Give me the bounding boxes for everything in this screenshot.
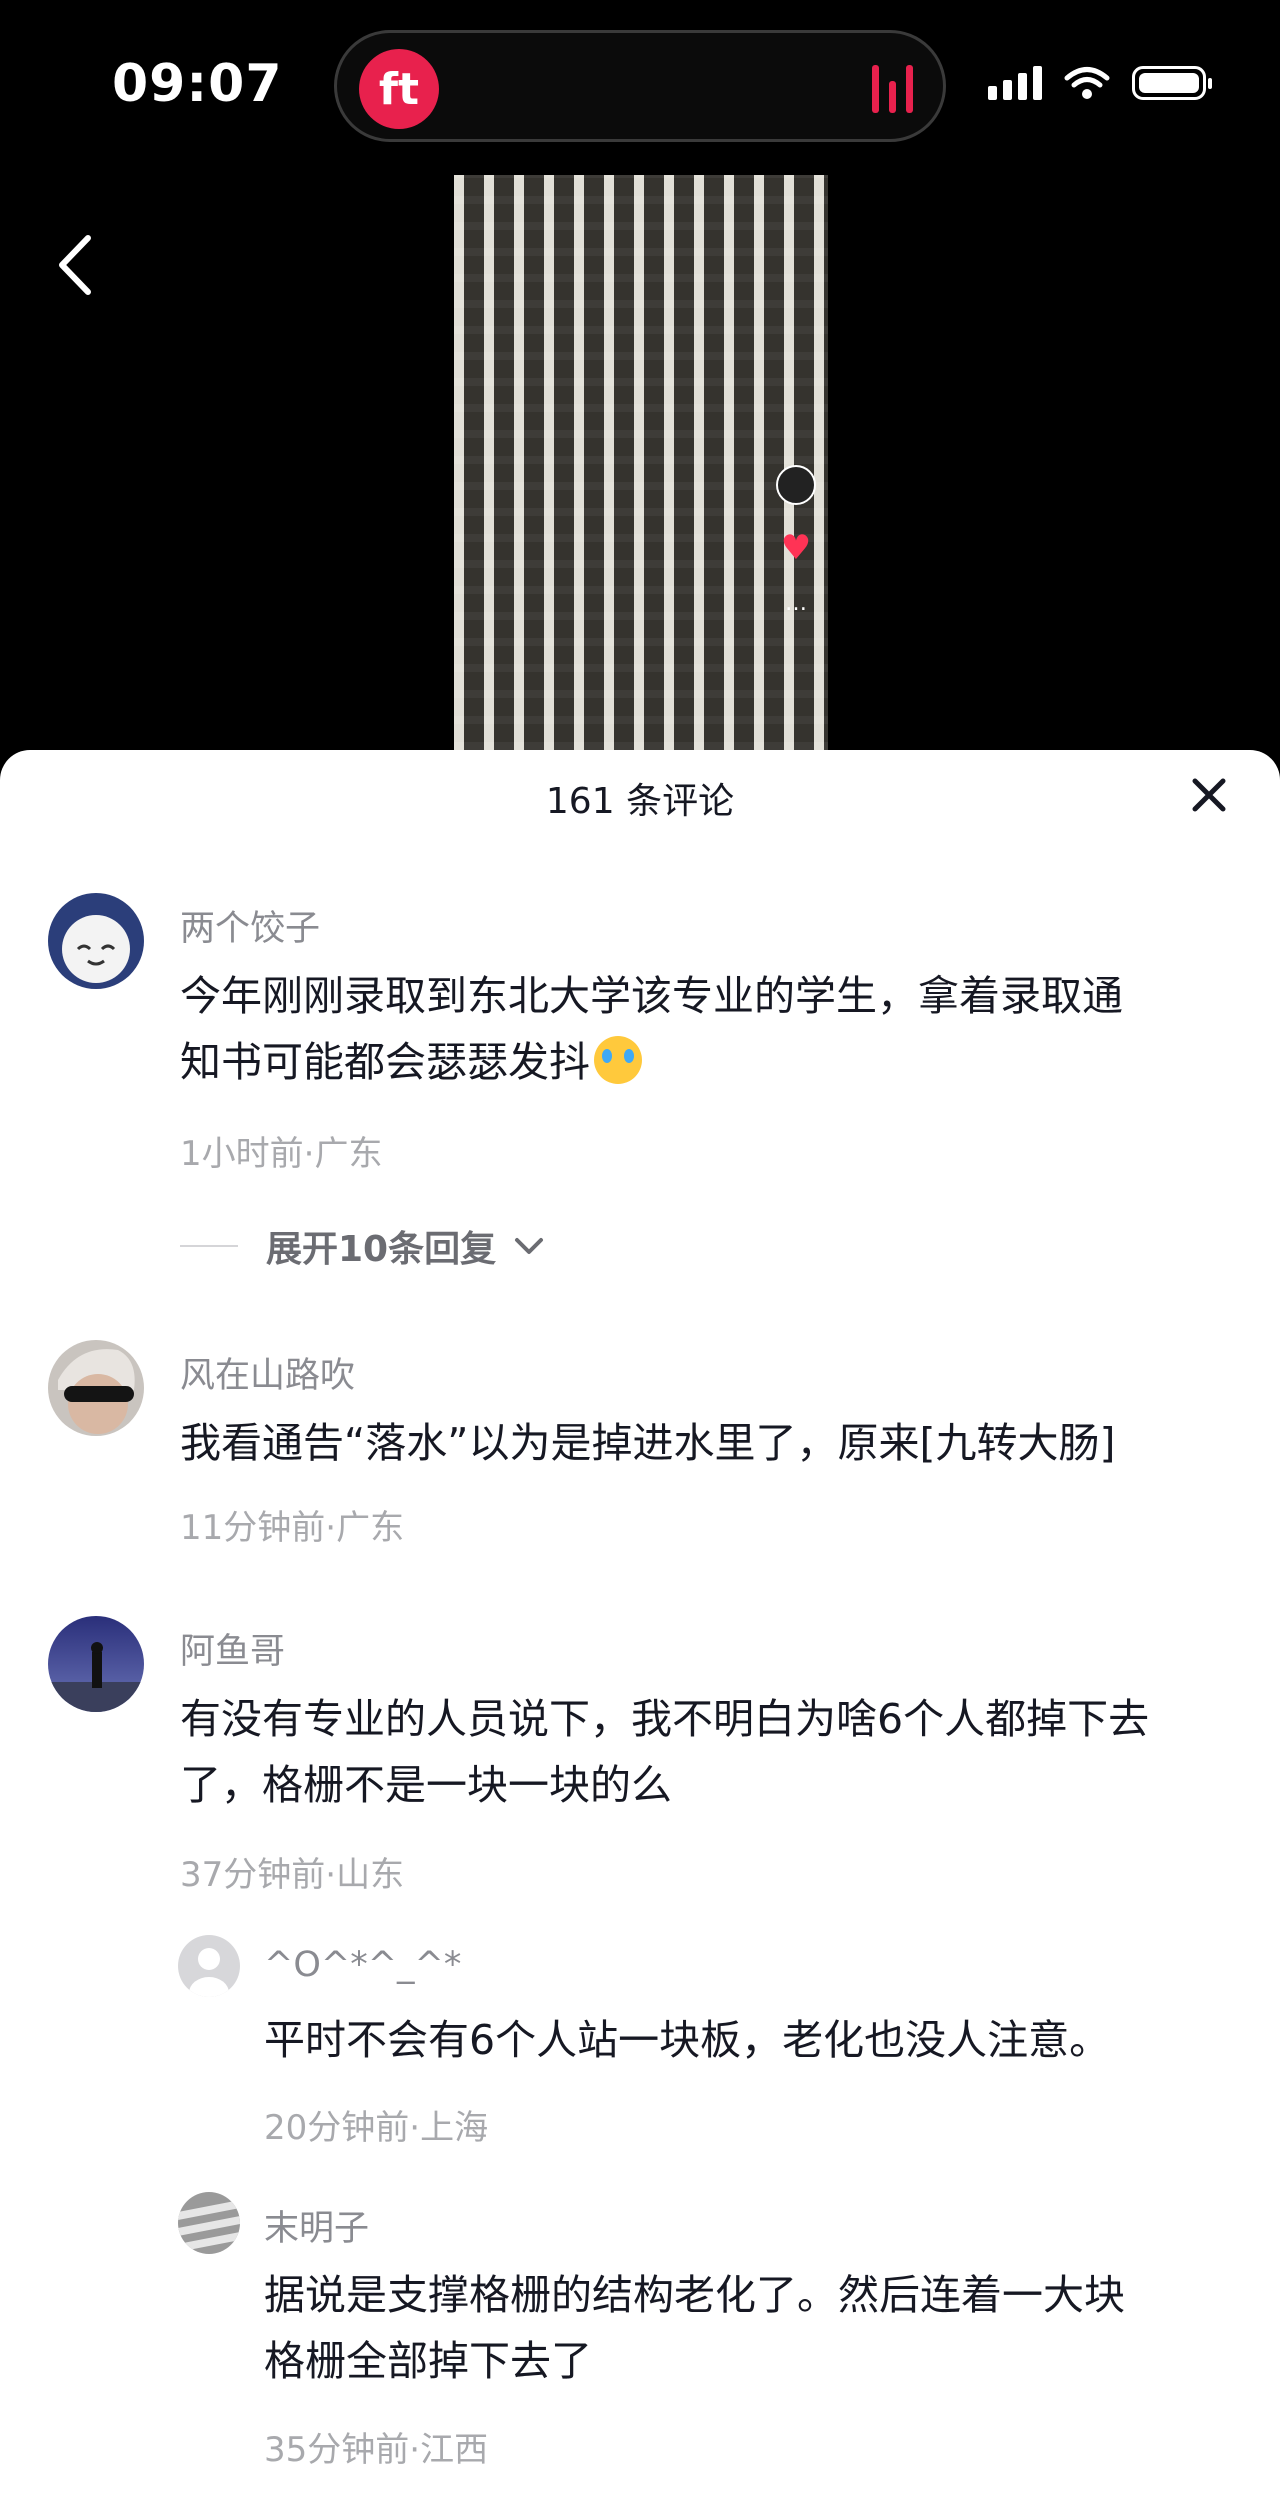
app-badge[interactable]: ft: [359, 49, 439, 129]
avatar[interactable]: [48, 893, 144, 989]
reply-author[interactable]: 末明子: [264, 2200, 369, 2251]
divider: [180, 1245, 238, 1247]
avatar[interactable]: [178, 2192, 240, 2254]
video-author-avatar[interactable]: [776, 465, 816, 505]
comment-bubble-icon[interactable]: …: [785, 591, 807, 616]
video-player[interactable]: ♥ …: [454, 175, 828, 750]
wifi-icon: [1064, 67, 1110, 99]
comment-text: 今年刚刚录取到东北大学该专业的学生，拿着录取通: [180, 972, 1123, 1020]
reply-text: 平时不会有6个人站一块板，老化也没人注意。: [264, 2016, 1111, 2064]
comments-title: 161 条评论: [545, 781, 735, 822]
avatar[interactable]: [178, 1935, 240, 1997]
expand-replies-label: 展开10条回复: [266, 1229, 497, 1270]
reply-meta: 20分钟前·上海: [264, 2108, 489, 2148]
comment-text-line2: 了，格栅不是一块一块的么: [180, 1761, 672, 1809]
chevron-down-icon: [515, 1238, 544, 1254]
status-time: 09:07: [112, 54, 283, 114]
comment-meta: 1小时前·广东: [180, 1134, 383, 1174]
comment-meta: 11分钟前·广东: [180, 1508, 405, 1548]
battery-icon: [1132, 66, 1212, 100]
audio-bars-icon: [872, 65, 913, 113]
reply-text-line2: 格栅全部掉下去了: [264, 2337, 592, 2385]
avatar[interactable]: [48, 1616, 144, 1712]
comment-text: 有没有专业的人员说下，我不明白为啥6个人都掉下去: [180, 1695, 1150, 1743]
back-chevron-icon[interactable]: [50, 230, 100, 300]
close-icon[interactable]: [1190, 776, 1228, 814]
reply-author[interactable]: ^O^*^_^*: [264, 1945, 461, 1985]
comment-meta: 37分钟前·山东: [180, 1855, 405, 1895]
comment-author[interactable]: 风在山路吹: [180, 1347, 355, 1398]
comment-text-line2: 知书可能都会瑟瑟发抖: [180, 1029, 642, 1095]
reply-text: 据说是支撑格栅的结构老化了。然后连着一大块: [264, 2271, 1125, 2319]
expand-replies-button[interactable]: 展开10条回复: [180, 1220, 546, 1272]
comment-author[interactable]: 阿鱼哥: [180, 1623, 285, 1674]
dynamic-island[interactable]: ft: [334, 30, 946, 142]
comment-text: 我看通告“落水”以为是掉进水里了，原来[九转大肠]: [180, 1419, 1116, 1467]
heart-icon[interactable]: ♥: [781, 531, 811, 565]
comment-author[interactable]: 两个饺子: [180, 900, 320, 951]
crying-face-icon: [594, 1036, 642, 1084]
avatar[interactable]: [48, 1340, 144, 1436]
comments-sheet: 161 条评论 两个饺子 今年刚刚录取到东北大学该专业的学生，拿着录取通 知书可…: [0, 750, 1280, 2497]
cellular-signal-icon: [988, 66, 1042, 100]
reply-meta: 35分钟前·江西: [264, 2430, 489, 2470]
